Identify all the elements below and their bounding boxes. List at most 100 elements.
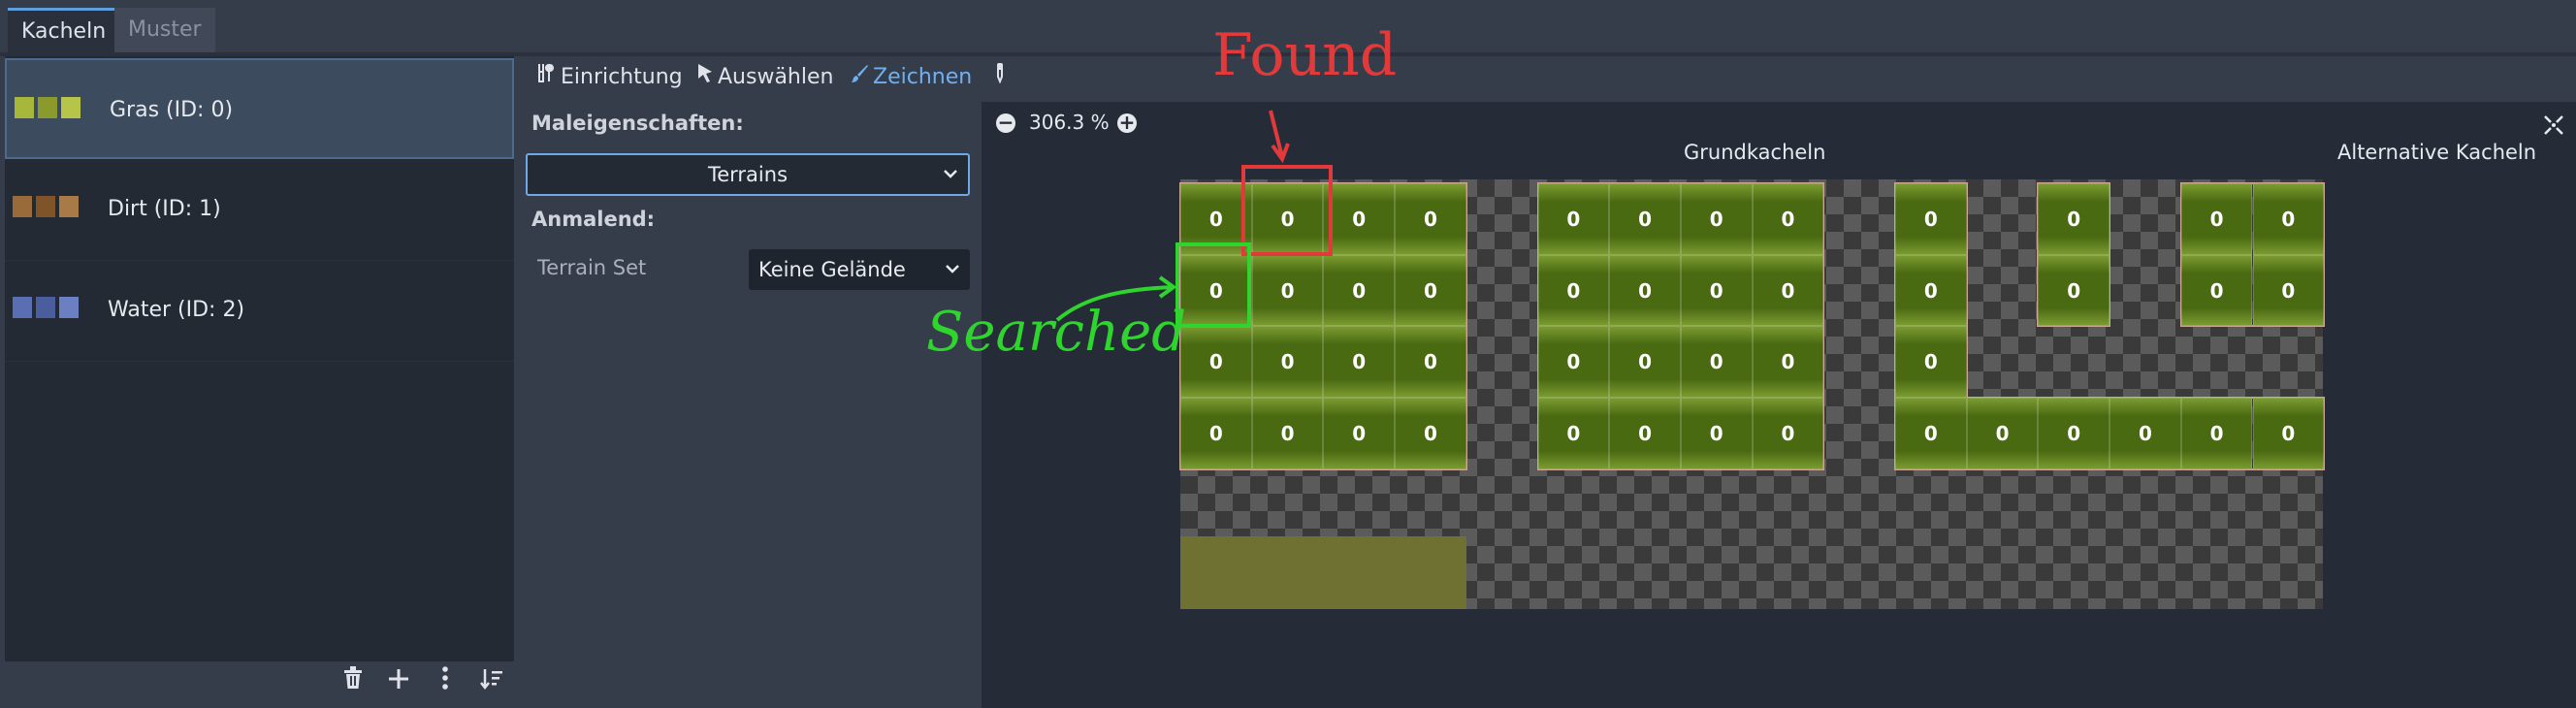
atlas-tile[interactable]: 0	[2038, 183, 2110, 255]
tileset-thumbnail-icon	[13, 297, 79, 318]
brush-icon	[850, 62, 869, 93]
terrain-value-label: 0	[1280, 421, 1295, 445]
atlas-tile[interactable]: 0	[1537, 254, 1610, 327]
atlas-tile[interactable]: 0	[1180, 398, 1252, 469]
terrain-value-label: 0	[1423, 207, 1437, 231]
atlas-tile[interactable]: 0	[1609, 183, 1681, 255]
chevron-down-icon	[945, 249, 960, 306]
atlas-tile[interactable]: 0	[1537, 326, 1610, 399]
atlas-tile[interactable]: 0	[1680, 398, 1753, 469]
atlas-tile[interactable]: 0	[1395, 326, 1466, 399]
atlas-tile[interactable]: 0	[1752, 326, 1824, 399]
terrain-value-label: 0	[2209, 278, 2224, 303]
terrain-value-label: 0	[1923, 421, 1938, 445]
atlas-tile[interactable]: 0	[1395, 183, 1466, 255]
atlas-tile[interactable]: 0	[2038, 254, 2110, 327]
terrain-value-label: 0	[1208, 350, 1223, 374]
center-view-icon[interactable]	[2543, 114, 2564, 140]
found-arrow	[1269, 110, 1290, 164]
terrain-value-label: 0	[2209, 207, 2224, 231]
sort-icon[interactable]	[475, 665, 508, 700]
delete-icon[interactable]	[337, 665, 370, 700]
terrain-value-label: 0	[1423, 421, 1437, 445]
atlas-tile[interactable]: 0	[1680, 326, 1753, 399]
terrain-value-label: 0	[2067, 278, 2081, 303]
add-icon[interactable]	[382, 665, 415, 700]
atlas-tile[interactable]: 0	[2180, 398, 2253, 469]
atlas-tile[interactable]: 0	[1895, 183, 1967, 255]
atlas-tile[interactable]: 0	[1752, 183, 1824, 255]
terrain-value-label: 0	[2281, 421, 2296, 445]
terrain-value-label: 0	[2067, 421, 2081, 445]
setup-button[interactable]: Einrichtung	[535, 62, 683, 93]
atlas-tile[interactable]: 0	[1895, 398, 1967, 469]
atlas-tile[interactable]: 0	[1680, 254, 1753, 327]
atlas-tile[interactable]: 0	[1251, 398, 1324, 469]
atlas-tile[interactable]: 0	[2180, 183, 2253, 255]
searched-arrow	[1055, 275, 1177, 322]
terrain-value-label: 0	[1423, 278, 1437, 303]
base-tiles-header: Grundkacheln	[1684, 141, 1826, 164]
list-item-label: Water (ID: 2)	[108, 298, 245, 322]
terrain-value-label: 0	[1923, 278, 1938, 303]
tile-source-list[interactable]: Gras (ID: 0) Dirt (ID: 1) Water (ID: 2)	[5, 56, 514, 661]
atlas-tile[interactable]: 0	[2180, 254, 2253, 327]
atlas-tile[interactable]: 0	[2038, 398, 2110, 469]
terrain-value-label: 0	[1638, 350, 1652, 374]
paint-properties-label: Maleigenschaften:	[531, 112, 744, 135]
painting-label: Anmalend:	[531, 208, 656, 231]
terrain-value-label: 0	[2209, 421, 2224, 445]
terrain-value-label: 0	[1352, 350, 1367, 374]
terrain-value-label: 0	[1709, 207, 1723, 231]
terrain-value-label: 0	[1208, 421, 1223, 445]
list-item-gras[interactable]: Gras (ID: 0)	[5, 58, 514, 159]
list-item-water[interactable]: Water (ID: 2)	[5, 260, 514, 362]
terrain-value-label: 0	[1923, 207, 1938, 231]
terrain-value-label: 0	[1709, 421, 1723, 445]
atlas-tile[interactable]: 0	[1966, 398, 2039, 469]
terrain-value-label: 0	[1638, 278, 1652, 303]
atlas-tile[interactable]: 0	[1609, 254, 1681, 327]
paint-button[interactable]: Zeichnen	[850, 62, 972, 93]
atlas-tile[interactable]: 0	[2252, 398, 2325, 469]
terrain-value-label: 0	[1423, 350, 1437, 374]
tab-kacheln[interactable]: Kacheln	[8, 8, 120, 52]
atlas-tile[interactable]: 0	[2109, 398, 2181, 469]
terrain-set-label: Terrain Set	[537, 256, 647, 279]
tab-muster[interactable]: Muster	[114, 8, 215, 52]
atlas-tile[interactable]: 0	[1395, 254, 1466, 327]
more-options-icon[interactable]	[429, 665, 462, 700]
select-button[interactable]: Auswählen	[696, 62, 833, 93]
atlas-tile[interactable]: 0	[1752, 254, 1824, 327]
terrain-value-label: 0	[1709, 278, 1723, 303]
terrain-value-label: 0	[1566, 278, 1581, 303]
atlas-tile[interactable]: 0	[1323, 398, 1396, 469]
tileset-thumbnail-icon	[15, 97, 80, 118]
setup-label: Einrichtung	[561, 65, 683, 89]
atlas-tile[interactable]: 0	[1609, 326, 1681, 399]
list-item-label: Dirt (ID: 1)	[108, 197, 221, 221]
paint-property-dropdown[interactable]: Terrains	[526, 153, 970, 196]
atlas-tile[interactable]: 0	[1895, 326, 1967, 399]
terrain-value-label: 0	[1781, 350, 1795, 374]
select-label: Auswählen	[718, 65, 834, 89]
pointer-icon	[696, 62, 714, 93]
terrain-value-label: 0	[1638, 207, 1652, 231]
atlas-tile[interactable]: 0	[2252, 254, 2325, 327]
atlas-tile[interactable]: 0	[1895, 254, 1967, 327]
terrain-set-value: Keine Gelände	[758, 258, 906, 281]
atlas-tile[interactable]: 0	[1752, 398, 1824, 469]
list-item-dirt[interactable]: Dirt (ID: 1)	[5, 159, 514, 261]
atlas-tile[interactable]: 0	[1395, 398, 1466, 469]
chevron-down-icon	[943, 155, 958, 209]
atlas-tile[interactable]: 0	[1537, 183, 1610, 255]
atlas-tile[interactable]: 0	[1609, 398, 1681, 469]
atlas-tile[interactable]: 0	[1537, 398, 1610, 469]
terrain-value-label: 0	[1638, 421, 1652, 445]
atlas-tile[interactable]: 0	[1680, 183, 1753, 255]
atlas-tile[interactable]: 0	[2252, 183, 2325, 255]
terrain-value-label: 0	[2281, 207, 2296, 231]
terrain-value-label: 0	[1352, 421, 1367, 445]
picker-button[interactable]	[993, 62, 1007, 93]
terrain-set-dropdown[interactable]: Keine Gelände	[749, 249, 970, 290]
